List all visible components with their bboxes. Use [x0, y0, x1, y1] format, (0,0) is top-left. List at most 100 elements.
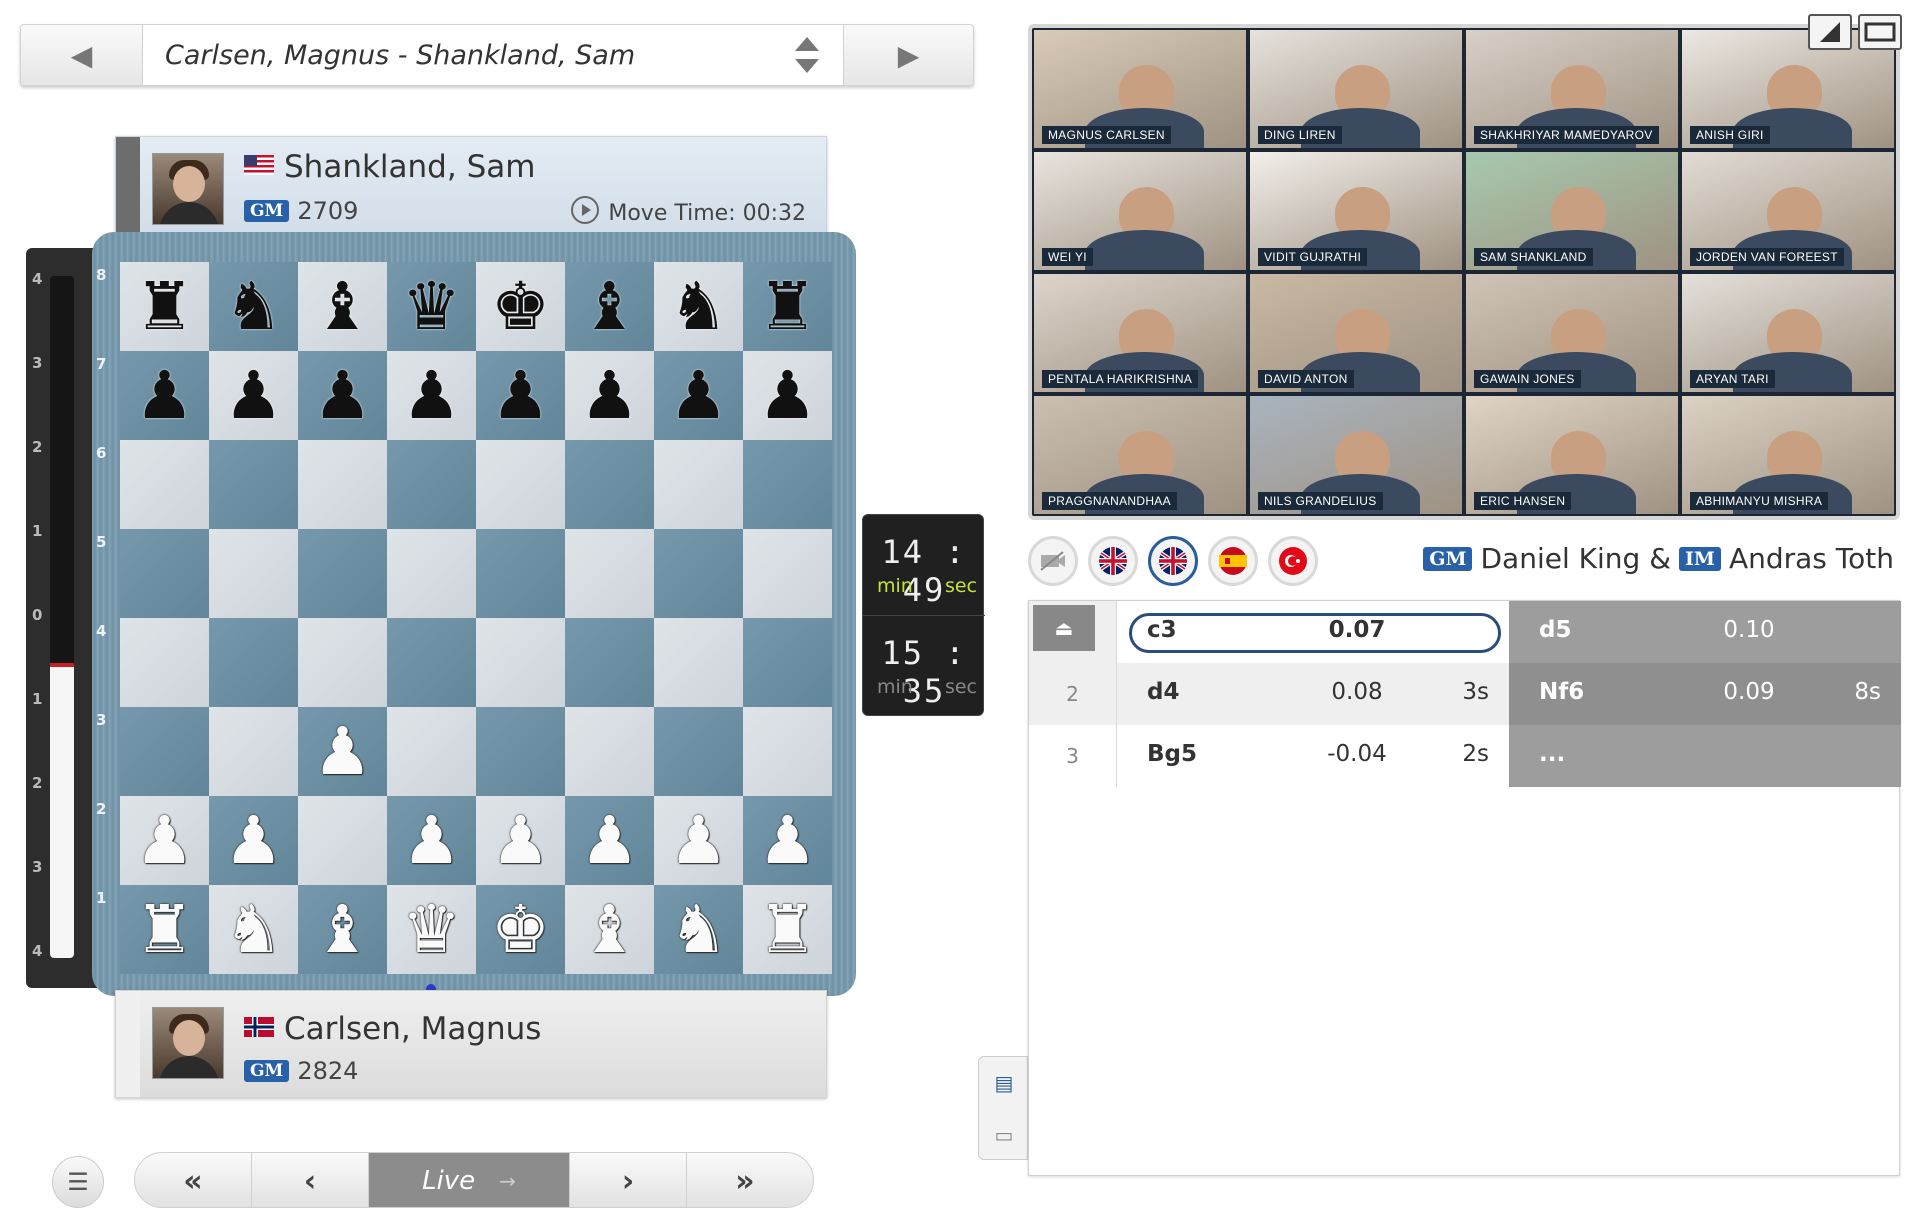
square-d2[interactable]: ♟: [387, 796, 476, 885]
black-pawn-icon[interactable]: ♟: [224, 362, 283, 429]
square-f4[interactable]: [565, 618, 654, 707]
move-row[interactable]: 2 d4 0.08 3s Nf6 0.09 8s: [1029, 663, 1901, 725]
square-h7[interactable]: ♟: [743, 351, 832, 440]
black-bishop-icon[interactable]: ♝: [580, 273, 639, 340]
square-g4[interactable]: [654, 618, 743, 707]
square-c1[interactable]: ♝: [298, 885, 387, 974]
square-a1[interactable]: ♜: [120, 885, 209, 974]
square-g5[interactable]: [654, 529, 743, 618]
square-c5[interactable]: [298, 529, 387, 618]
black-knight-icon[interactable]: ♞: [224, 273, 283, 340]
square-e7[interactable]: ♟: [476, 351, 565, 440]
square-e3[interactable]: [476, 707, 565, 796]
game-select-dropdown[interactable]: Carlsen, Magnus - Shankland, Sam: [143, 25, 843, 85]
square-h2[interactable]: ♟: [743, 796, 832, 885]
square-b3[interactable]: [209, 707, 298, 796]
chat-tab[interactable]: ▭: [979, 1109, 1029, 1161]
video-tile[interactable]: PRAGGNANANDHAA: [1034, 396, 1246, 514]
turkey-flag-icon[interactable]: [1268, 536, 1318, 586]
square-d1[interactable]: ♛: [387, 885, 476, 974]
video-tile[interactable]: ARYAN TARI: [1682, 274, 1894, 392]
next-game-button[interactable]: ▶: [843, 25, 973, 85]
white-pawn-icon[interactable]: ♟: [758, 807, 817, 874]
menu-button[interactable]: ☰: [52, 1156, 104, 1208]
square-d3[interactable]: [387, 707, 476, 796]
square-e2[interactable]: ♟: [476, 796, 565, 885]
square-f3[interactable]: [565, 707, 654, 796]
square-h4[interactable]: [743, 618, 832, 707]
square-g2[interactable]: ♟: [654, 796, 743, 885]
square-h5[interactable]: [743, 529, 832, 618]
square-b1[interactable]: ♞: [209, 885, 298, 974]
square-b6[interactable]: [209, 440, 298, 529]
square-a2[interactable]: ♟: [120, 796, 209, 885]
square-d6[interactable]: [387, 440, 476, 529]
square-e8[interactable]: ♚: [476, 262, 565, 351]
uk-flag-icon[interactable]: [1088, 536, 1138, 586]
square-f6[interactable]: [565, 440, 654, 529]
square-d4[interactable]: [387, 618, 476, 707]
video-tile[interactable]: SAM SHANKLAND: [1466, 152, 1678, 270]
square-f1[interactable]: ♝: [565, 885, 654, 974]
white-move-cell[interactable]: d4 0.08 3s: [1117, 663, 1509, 725]
black-pawn-icon[interactable]: ♟: [135, 362, 194, 429]
black-pawn-icon[interactable]: ♟: [580, 362, 639, 429]
live-button[interactable]: Live →: [369, 1153, 570, 1207]
square-e5[interactable]: [476, 529, 565, 618]
collapse-up-icon[interactable]: ⏏: [1033, 605, 1095, 651]
square-c8[interactable]: ♝: [298, 262, 387, 351]
last-move-button[interactable]: »: [687, 1153, 803, 1207]
white-move-cell[interactable]: c3 0.07: [1117, 601, 1509, 663]
square-d5[interactable]: [387, 529, 476, 618]
square-b5[interactable]: [209, 529, 298, 618]
video-tile[interactable]: PENTALA HARIKRISHNA: [1034, 274, 1246, 392]
white-queen-icon[interactable]: ♛: [402, 896, 461, 963]
white-pawn-icon[interactable]: ♟: [224, 807, 283, 874]
black-bishop-icon[interactable]: ♝: [313, 273, 372, 340]
black-move-cell[interactable]: ...: [1509, 725, 1901, 787]
moves-tab[interactable]: ▤: [979, 1057, 1029, 1109]
square-a5[interactable]: [120, 529, 209, 618]
square-h3[interactable]: [743, 707, 832, 796]
square-g7[interactable]: ♟: [654, 351, 743, 440]
square-c4[interactable]: [298, 618, 387, 707]
square-h1[interactable]: ♜: [743, 885, 832, 974]
pop-out-icon[interactable]: [1808, 14, 1852, 50]
square-a6[interactable]: [120, 440, 209, 529]
first-move-button[interactable]: «: [135, 1153, 252, 1207]
square-c2[interactable]: [298, 796, 387, 885]
square-c6[interactable]: [298, 440, 387, 529]
white-pawn-icon[interactable]: ♟: [135, 807, 194, 874]
white-pawn-icon[interactable]: ♟: [402, 807, 461, 874]
white-pawn-icon[interactable]: ♟: [669, 807, 728, 874]
chess-board[interactable]: ♜ ♞ ♝ ♛ ♚ ♝ ♞ ♜ ♟ ♟ ♟ ♟ ♟ ♟ ♟ ♟ ♟ ♟ ♟ ♟ ♟ ♟ ♟ ♟ ♜ ♞ ♝ ♛ ♚ ♝ ♞ ♜: [120, 262, 832, 974]
square-b4[interactable]: [209, 618, 298, 707]
black-move-cell[interactable]: Nf6 0.09 8s: [1509, 663, 1901, 725]
square-a8[interactable]: ♜: [120, 262, 209, 351]
black-pawn-icon[interactable]: ♟: [402, 362, 461, 429]
white-rook-icon[interactable]: ♜: [135, 896, 194, 963]
video-tile[interactable]: WEI YI: [1034, 152, 1246, 270]
black-rook-icon[interactable]: ♜: [135, 273, 194, 340]
square-b2[interactable]: ♟: [209, 796, 298, 885]
video-tile[interactable]: ERIC HANSEN: [1466, 396, 1678, 514]
white-pawn-icon[interactable]: ♟: [580, 807, 639, 874]
white-rook-icon[interactable]: ♜: [758, 896, 817, 963]
white-king-icon[interactable]: ♚: [491, 896, 550, 963]
white-knight-icon[interactable]: ♞: [224, 896, 283, 963]
video-tile[interactable]: JORDEN VAN FOREEST: [1682, 152, 1894, 270]
square-g8[interactable]: ♞: [654, 262, 743, 351]
square-a4[interactable]: [120, 618, 209, 707]
video-tile[interactable]: ABHIMANYU MISHRA: [1682, 396, 1894, 514]
square-g3[interactable]: [654, 707, 743, 796]
black-queen-icon[interactable]: ♛: [402, 273, 461, 340]
square-e6[interactable]: [476, 440, 565, 529]
video-tile[interactable]: DING LIREN: [1250, 30, 1462, 148]
video-tile[interactable]: NILS GRANDELIUS: [1250, 396, 1462, 514]
move-row[interactable]: ⏏ c3 0.07 d5 0.10: [1029, 601, 1901, 663]
video-tile[interactable]: DAVID ANTON: [1250, 274, 1462, 392]
camera-off-icon[interactable]: [1028, 536, 1078, 586]
white-pawn-icon[interactable]: ♟: [313, 718, 372, 785]
prev-move-button[interactable]: ‹: [252, 1153, 369, 1207]
square-c7[interactable]: ♟: [298, 351, 387, 440]
